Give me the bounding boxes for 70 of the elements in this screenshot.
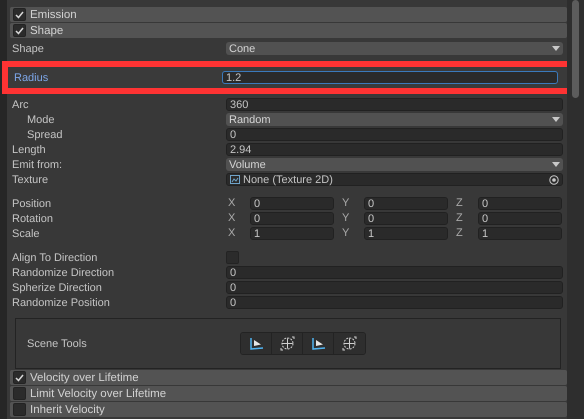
module-title: Limit Velocity over Lifetime: [30, 388, 166, 400]
module-header[interactable]: Shape: [10, 23, 567, 38]
property-label: Mode: [26, 114, 56, 126]
axis-label: Z: [455, 212, 464, 225]
axis-label: Z: [455, 227, 464, 240]
move-gizmo-icon: [342, 336, 357, 351]
module-title: Emission: [30, 8, 77, 20]
property-label: Shape: [12, 42, 45, 54]
checkbox[interactable]: [13, 403, 26, 416]
property-label: Align To Direction: [12, 252, 98, 264]
number-field[interactable]: 0: [364, 212, 448, 225]
property-label: Randomize Direction: [12, 266, 116, 278]
scrollbar[interactable]: [567, 0, 584, 419]
checkbox[interactable]: [13, 24, 26, 37]
property-label: Spread: [26, 128, 64, 140]
module-title: Velocity over Lifetime: [30, 372, 139, 384]
scene-tools-label: Scene Tools: [26, 338, 88, 350]
number-field[interactable]: 0: [250, 212, 334, 225]
property-label: Texture: [12, 174, 50, 186]
number-field[interactable]: 2.94: [226, 143, 563, 156]
dropdown[interactable]: Cone: [226, 42, 563, 55]
dropdown-caret-icon: [552, 117, 560, 122]
number-field[interactable]: 0: [478, 212, 562, 225]
object-picker-icon[interactable]: [549, 174, 559, 184]
property-label: Rotation: [12, 212, 54, 224]
property-label: Scale: [12, 228, 41, 240]
property-label: Spherize Direction: [12, 282, 103, 294]
dropdown-caret-icon: [552, 162, 560, 167]
property-label: Position: [12, 198, 52, 210]
module-title: Shape: [30, 24, 64, 36]
number-field[interactable]: 1: [250, 227, 334, 240]
axis-label: X: [227, 212, 236, 225]
number-field[interactable]: 0: [226, 281, 563, 294]
property-label: Emit from:: [12, 158, 64, 170]
module-title: Inherit Velocity: [30, 404, 105, 416]
module-header[interactable]: Velocity over Lifetime: [10, 370, 567, 385]
axis-label: X: [227, 197, 236, 210]
number-field[interactable]: 1: [478, 227, 562, 240]
axis-label: Z: [455, 197, 464, 210]
number-field[interactable]: 1: [364, 227, 448, 240]
axis-label: Y: [341, 212, 350, 225]
number-field[interactable]: 0: [226, 128, 563, 141]
axis-label: Y: [341, 227, 350, 240]
dropdown[interactable]: Volume: [226, 158, 563, 171]
number-field[interactable]: 0: [226, 296, 563, 309]
number-field[interactable]: 0: [250, 197, 334, 210]
dropdown-caret-icon: [552, 46, 560, 51]
number-field[interactable]: 360: [226, 98, 563, 111]
property-label: Randomize Position: [12, 296, 111, 308]
axis-label: Y: [341, 197, 350, 210]
texture-icon: [230, 175, 240, 184]
texture-field[interactable]: None (Texture 2D): [226, 173, 563, 186]
module-header[interactable]: Emission: [10, 7, 567, 22]
checkbox[interactable]: [13, 8, 26, 21]
checkbox[interactable]: [13, 387, 26, 400]
property-label: Length: [12, 144, 47, 156]
property-label: Radius: [14, 72, 50, 84]
shape-gizmo-icon: [248, 336, 264, 350]
property-label: Arc: [12, 98, 30, 110]
module-header[interactable]: Inherit Velocity: [10, 402, 567, 417]
dropdown[interactable]: Random: [226, 113, 563, 126]
axis-label: X: [227, 227, 236, 240]
number-field[interactable]: 0: [364, 197, 448, 210]
number-field[interactable]: 1.2: [222, 71, 558, 84]
number-field[interactable]: 0: [478, 197, 562, 210]
number-field[interactable]: 0: [226, 266, 563, 279]
checkbox[interactable]: [13, 371, 26, 384]
module-header[interactable]: Limit Velocity over Lifetime: [10, 386, 567, 401]
move-gizmo-icon: [280, 336, 294, 351]
shape-gizmo-icon: [310, 336, 326, 350]
